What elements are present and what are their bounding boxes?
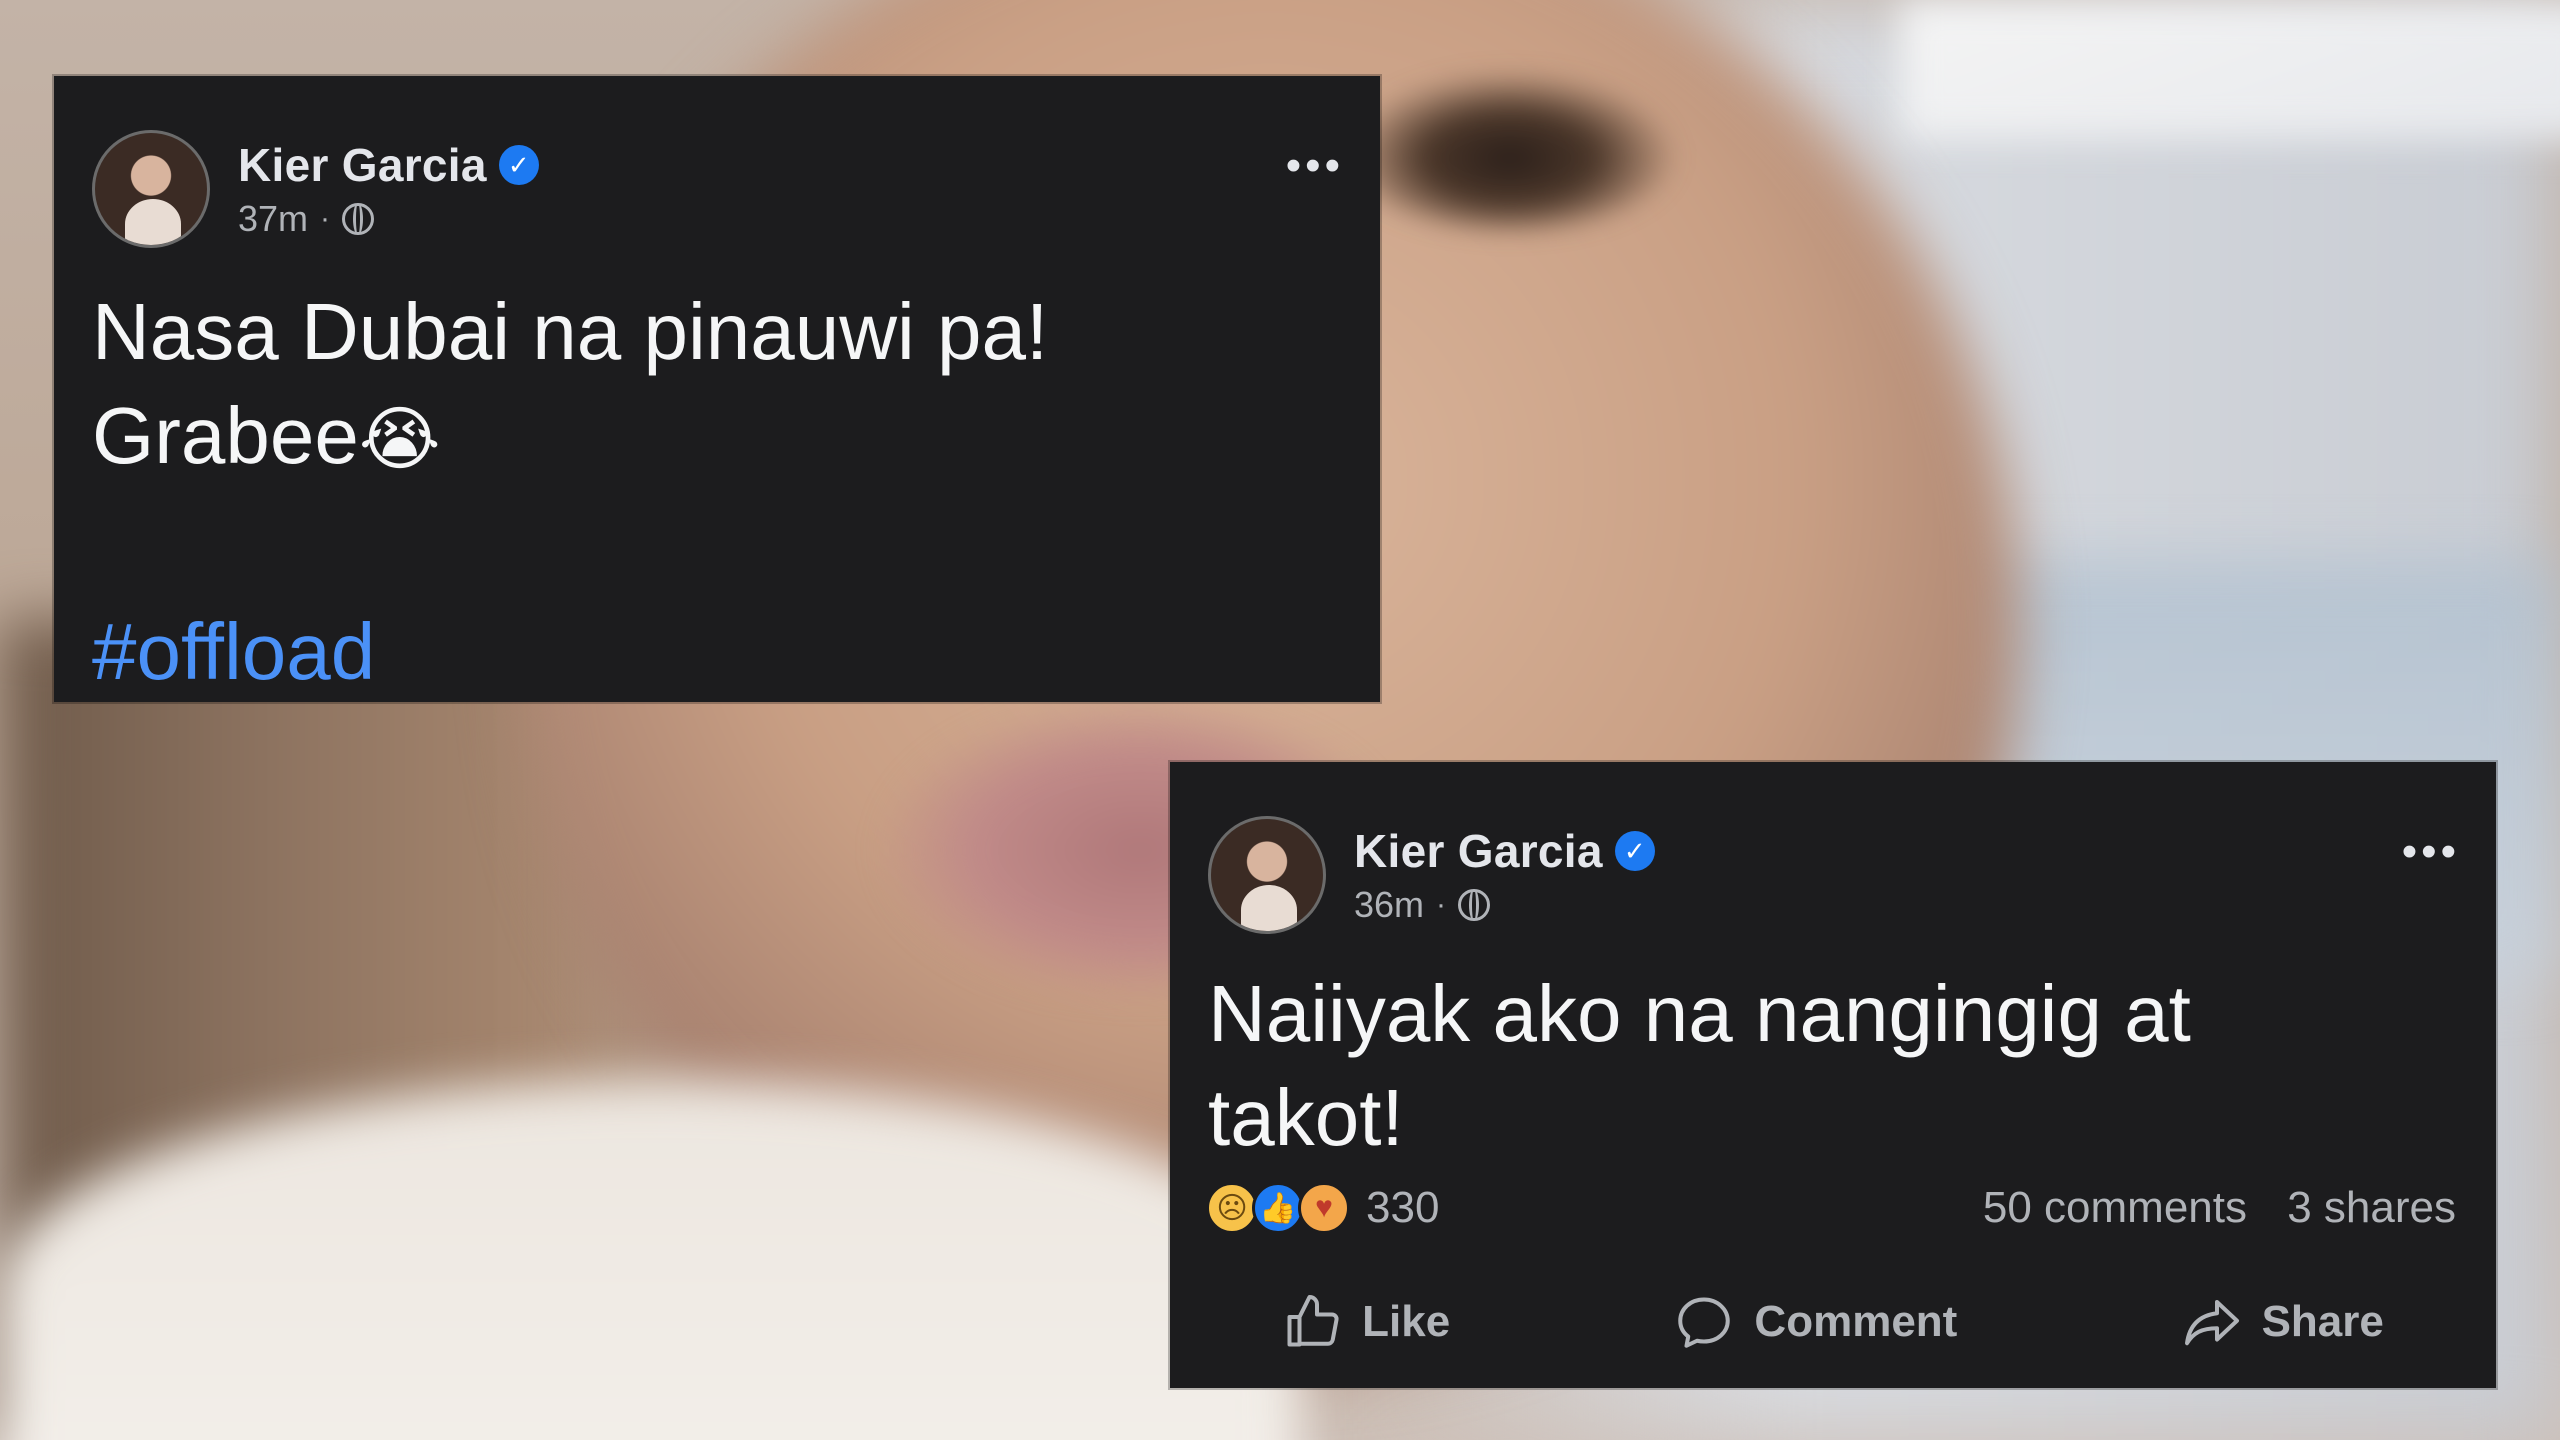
reaction-count[interactable]: 330 bbox=[1366, 1183, 1439, 1233]
post-meta: Kier Garcia ✓ 37m · bbox=[238, 138, 539, 240]
more-options-icon[interactable]: ••• bbox=[1286, 144, 1344, 188]
post-text-line-2: takot! bbox=[1208, 1073, 1404, 1162]
post-text-line-1: Naiiyak ako na nangingig at bbox=[1208, 969, 2191, 1058]
separator-dot: · bbox=[320, 202, 331, 235]
more-options-icon[interactable]: ••• bbox=[2402, 830, 2460, 874]
shares-count[interactable]: 3 shares bbox=[2287, 1183, 2456, 1232]
comment-label: Comment bbox=[1754, 1297, 1958, 1346]
like-label: Like bbox=[1362, 1297, 1451, 1346]
globe-icon bbox=[342, 203, 375, 235]
thumbs-up-icon bbox=[1287, 1295, 1339, 1347]
globe-icon bbox=[1458, 889, 1491, 921]
author-name[interactable]: Kier Garcia bbox=[238, 138, 487, 192]
sad-reaction-icon: ☹ bbox=[1206, 1182, 1258, 1234]
reaction-summary[interactable]: ☹ 👍 ♥ 330 bbox=[1206, 1182, 1439, 1234]
share-button[interactable]: Share bbox=[2182, 1292, 2384, 1352]
time-row: 37m · bbox=[238, 198, 539, 240]
share-label: Share bbox=[2261, 1297, 2384, 1346]
post-card-2: Kier Garcia ✓ 36m · ••• Naiiyak ako na n… bbox=[1170, 762, 2496, 1388]
post-text-line-2: Grabee bbox=[92, 391, 359, 480]
post-header: Kier Garcia ✓ 37m · bbox=[92, 130, 539, 248]
verified-badge-icon: ✓ bbox=[498, 145, 539, 185]
separator-dot: · bbox=[1436, 888, 1447, 921]
verified-badge-icon: ✓ bbox=[1614, 831, 1655, 871]
post-stats: 50 comments 3 shares bbox=[1955, 1183, 2456, 1233]
comment-button[interactable]: Comment bbox=[1674, 1292, 1957, 1352]
like-reaction-icon: 👍 bbox=[1252, 1182, 1304, 1234]
like-button[interactable]: Like bbox=[1282, 1292, 1450, 1352]
post-header: Kier Garcia ✓ 36m · bbox=[1208, 816, 1655, 934]
care-reaction-icon: ♥ bbox=[1298, 1182, 1350, 1234]
post-text-line-1: Nasa Dubai na pinauwi pa! bbox=[92, 287, 1049, 376]
crying-face-icon: 😭 bbox=[358, 398, 441, 480]
post-time[interactable]: 37m bbox=[238, 198, 308, 240]
hashtag-link[interactable]: #offload bbox=[92, 606, 375, 698]
reactions-row: ☹ 👍 ♥ 330 50 comments 3 shares bbox=[1206, 1182, 2456, 1234]
share-arrow-icon bbox=[2184, 1300, 2239, 1346]
post-meta: Kier Garcia ✓ 36m · bbox=[1354, 824, 1655, 926]
avatar[interactable] bbox=[1208, 816, 1326, 934]
post-time[interactable]: 36m bbox=[1354, 884, 1424, 926]
comments-count[interactable]: 50 comments bbox=[1983, 1183, 2247, 1232]
author-name[interactable]: Kier Garcia bbox=[1354, 824, 1603, 878]
post-actions: Like Comment Share bbox=[1170, 1262, 2496, 1382]
post-card-1: Kier Garcia ✓ 37m · ••• Nasa Dubai na pi… bbox=[54, 76, 1380, 702]
name-row: Kier Garcia ✓ bbox=[238, 138, 539, 192]
name-row: Kier Garcia ✓ bbox=[1354, 824, 1655, 878]
post-text: Naiiyak ako na nangingig at takot! bbox=[1208, 962, 2448, 1170]
avatar[interactable] bbox=[92, 130, 210, 248]
time-row: 36m · bbox=[1354, 884, 1655, 926]
comment-bubble-icon bbox=[1678, 1297, 1731, 1348]
post-text: Nasa Dubai na pinauwi pa! Grabee😭 bbox=[92, 280, 1332, 491]
